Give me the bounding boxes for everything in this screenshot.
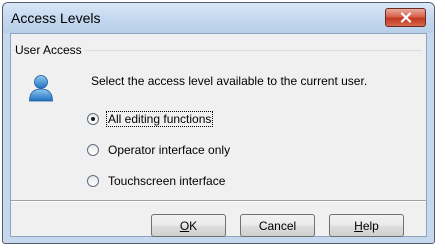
radio-all-editing-functions[interactable]: All editing functions — [87, 111, 214, 127]
help-mnemonic: H — [354, 218, 363, 233]
radio-button[interactable] — [87, 175, 99, 187]
close-icon — [400, 12, 411, 23]
radio-button[interactable] — [87, 144, 99, 156]
ok-mnemonic: O — [179, 218, 190, 233]
cancel-button[interactable]: Cancel — [240, 214, 315, 237]
separator — [11, 200, 426, 202]
radio-operator-interface-only[interactable]: Operator interface only — [87, 142, 231, 158]
radio-label: All editing functions — [105, 111, 214, 127]
help-button[interactable]: Help — [329, 214, 404, 237]
radio-label: Operator interface only — [108, 143, 231, 157]
dialog-body: User Access Select the access level avai… — [10, 33, 427, 237]
user-icon — [29, 75, 53, 102]
title-bar[interactable]: Access Levels — [3, 3, 434, 33]
help-label-rest: elp — [362, 218, 379, 233]
radio-touchscreen-interface[interactable]: Touchscreen interface — [87, 173, 226, 189]
cancel-label: Cancel — [258, 218, 297, 233]
ok-button[interactable]: OK — [151, 214, 226, 237]
description-text: Select the access level available to the… — [91, 74, 368, 88]
access-levels-dialog: Access Levels User Access Select the acc… — [2, 2, 435, 244]
close-button[interactable] — [385, 8, 426, 27]
radio-label: Touchscreen interface — [108, 174, 226, 188]
dialog-title: Access Levels — [11, 10, 101, 26]
group-label: User Access — [15, 43, 84, 57]
radio-button-checked[interactable] — [87, 113, 99, 125]
ok-label-rest: K — [189, 218, 198, 233]
